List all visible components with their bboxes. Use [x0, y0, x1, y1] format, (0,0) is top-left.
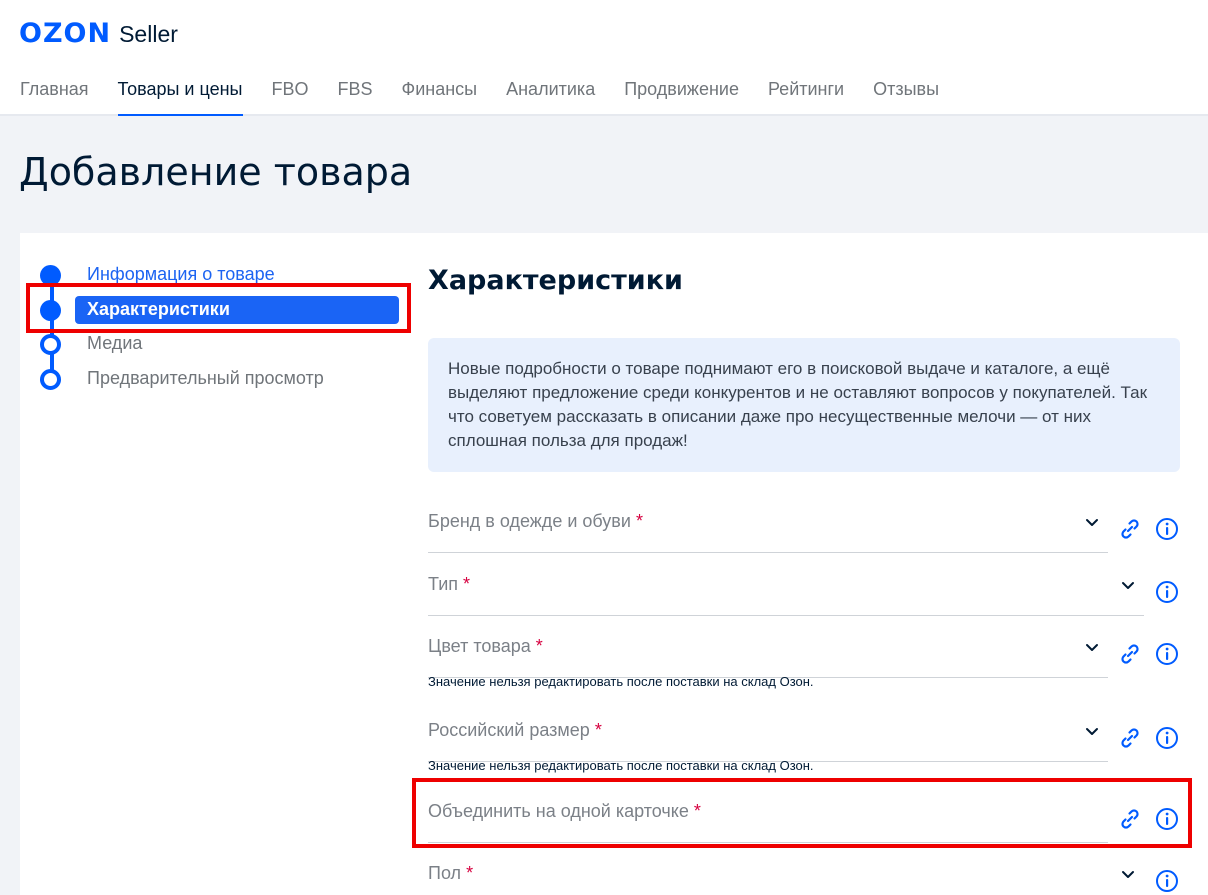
link-icon[interactable] — [1118, 726, 1142, 750]
info-icon[interactable] — [1155, 517, 1179, 541]
chevron-down-icon[interactable] — [1120, 866, 1136, 882]
chevron-down-icon[interactable] — [1084, 639, 1100, 655]
info-icon[interactable] — [1155, 869, 1179, 893]
logo-product: Seller — [119, 21, 178, 47]
section-title: Характеристики — [428, 265, 683, 296]
nav-item-ratings[interactable]: Рейтинги — [768, 78, 844, 116]
info-banner: Новые подробности о товаре поднимают его… — [428, 338, 1180, 472]
nav-item-main[interactable]: Главная — [20, 78, 89, 116]
required-mark: * — [535, 636, 543, 656]
top-bar: OZON Seller Главная Товары и цены FBO FB… — [0, 0, 1208, 116]
nav-item-reviews[interactable]: Отзывы — [873, 78, 939, 116]
field-label: Пол * — [428, 863, 473, 884]
step-label: Информация о товаре — [87, 264, 275, 284]
info-icon[interactable] — [1155, 642, 1179, 666]
highlight-frame-field — [412, 778, 1192, 848]
field-label: Цвет товара * — [428, 636, 543, 657]
required-mark: * — [466, 863, 474, 883]
field-underline — [428, 552, 1108, 553]
step-dot-pending-icon — [40, 334, 61, 355]
required-mark: * — [463, 574, 471, 594]
nav-item-analytics[interactable]: Аналитика — [506, 78, 595, 116]
step-preview[interactable]: Предварительный просмотр — [20, 364, 420, 394]
info-icon[interactable] — [1155, 726, 1179, 750]
step-dot-pending-icon — [40, 369, 61, 390]
field-underline — [428, 615, 1144, 616]
required-mark: * — [635, 511, 643, 531]
info-icon[interactable] — [1155, 580, 1179, 604]
ozon-seller-logo[interactable]: OZON Seller — [19, 18, 178, 49]
field-label-text: Бренд в одежде и обуви — [428, 511, 631, 531]
field-label-text: Тип — [428, 574, 459, 594]
field-label-text: Российский размер — [428, 720, 590, 740]
field-label-text: Пол — [428, 863, 462, 883]
brand-field[interactable]: Бренд в одежде и обуви * — [428, 503, 1200, 553]
step-media[interactable]: Медиа — [20, 329, 420, 359]
link-icon[interactable] — [1118, 517, 1142, 541]
add-product-card: Информация о товаре Характеристики Медиа… — [20, 233, 1208, 895]
required-mark: * — [594, 720, 602, 740]
step-label: Предварительный просмотр — [87, 368, 324, 388]
field-hint: Значение нельзя редактировать после пост… — [428, 674, 814, 689]
nav-item-fbo[interactable]: FBO — [272, 78, 309, 116]
color-field[interactable]: Цвет товара * — [428, 628, 1200, 678]
chevron-down-icon[interactable] — [1084, 514, 1100, 530]
nav-item-fbs[interactable]: FBS — [338, 78, 373, 116]
nav-item-promotion[interactable]: Продвижение — [624, 78, 739, 116]
field-label: Тип * — [428, 574, 470, 595]
link-icon[interactable] — [1118, 642, 1142, 666]
chevron-down-icon[interactable] — [1084, 723, 1100, 739]
field-hint: Значение нельзя редактировать после пост… — [428, 758, 814, 773]
chevron-down-icon[interactable] — [1120, 577, 1136, 593]
main-nav: Главная Товары и цены FBO FBS Финансы Ан… — [20, 78, 968, 116]
logo-brand: OZON — [19, 18, 112, 49]
field-label: Российский размер * — [428, 720, 602, 741]
type-field[interactable]: Тип * — [428, 566, 1200, 616]
page-title: Добавление товара — [19, 150, 413, 194]
highlight-frame-step — [26, 283, 411, 333]
field-label: Бренд в одежде и обуви * — [428, 511, 643, 532]
nav-item-finance[interactable]: Финансы — [402, 78, 478, 116]
field-label-text: Цвет товара — [428, 636, 531, 656]
gender-field[interactable]: Пол * — [428, 855, 1200, 895]
russian-size-field[interactable]: Российский размер * — [428, 712, 1200, 762]
step-label: Медиа — [87, 333, 143, 353]
nav-item-products-prices[interactable]: Товары и цены — [117, 78, 243, 116]
